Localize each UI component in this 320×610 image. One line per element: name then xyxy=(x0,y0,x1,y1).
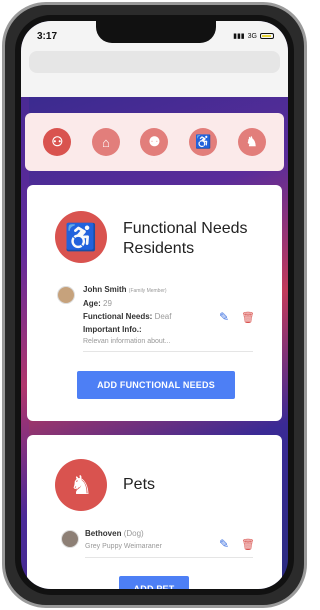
pets-card: ♞ Pets Bethoven (Dog) Grey Puppy Weimara… xyxy=(27,435,282,589)
functional-needs-card: ♿ Functional Needs Residents John Smith … xyxy=(27,185,282,421)
category-icon-bar: ⚇ ⌂ ⚉ ♿ ♞ xyxy=(25,113,284,171)
people-icon[interactable]: ⚉ xyxy=(140,128,169,156)
pet-avatar xyxy=(61,530,79,548)
resident-needs: Functional Needs: Deaf xyxy=(83,312,172,321)
network-label: 3G xyxy=(247,32,257,40)
add-pet-button[interactable]: ADD PET xyxy=(119,576,189,589)
dog-icon: ♞ xyxy=(55,459,107,511)
resident-info-value: Relevan information about... xyxy=(83,338,171,345)
divider xyxy=(83,351,253,352)
phone-frame: 3:17 ▮▮▮ 3G ⚇ ⌂ ⚉ ♿ ♞ ♿ Functional Needs… xyxy=(2,2,307,608)
signal-icon: ▮▮▮ xyxy=(233,33,245,40)
phone-bezel: 3:17 ▮▮▮ 3G ⚇ ⌂ ⚉ ♿ ♞ ♿ Functional Needs… xyxy=(15,15,294,595)
dog-icon[interactable]: ♞ xyxy=(237,128,266,156)
house-icon[interactable]: ⌂ xyxy=(91,128,120,156)
notch xyxy=(96,21,216,43)
resident-info-label: Important Info.: xyxy=(83,325,142,334)
edit-icon[interactable]: ✎ xyxy=(217,310,231,324)
screen: 3:17 ▮▮▮ 3G ⚇ ⌂ ⚉ ♿ ♞ ♿ Functional Needs… xyxy=(21,21,288,589)
wheelchair-icon: ♿ xyxy=(55,211,107,263)
avatar xyxy=(57,286,75,304)
delete-icon[interactable]: 🗑 xyxy=(241,537,255,551)
resident-name-line: John Smith (Family Member) xyxy=(83,285,167,294)
delete-icon[interactable]: 🗑 xyxy=(241,310,255,324)
divider xyxy=(85,557,253,558)
edit-icon[interactable]: ✎ xyxy=(217,537,231,551)
wheelchair-icon[interactable]: ♿ xyxy=(189,128,218,156)
pets-title: Pets xyxy=(123,476,156,493)
functional-needs-title: Functional Needs Residents xyxy=(123,220,248,257)
pet-name-line: Bethoven (Dog) xyxy=(85,529,144,538)
resident-age: Age: 29 xyxy=(83,299,112,308)
search-bar[interactable] xyxy=(29,51,280,73)
battery-icon xyxy=(260,33,274,39)
pet-description: Grey Puppy Weimaraner xyxy=(85,543,162,550)
status-time: 3:17 xyxy=(37,31,58,42)
person-icon[interactable]: ⚇ xyxy=(43,128,72,156)
add-functional-needs-button[interactable]: ADD FUNCTIONAL NEEDS xyxy=(77,371,235,399)
status-icons: ▮▮▮ 3G xyxy=(233,32,274,40)
